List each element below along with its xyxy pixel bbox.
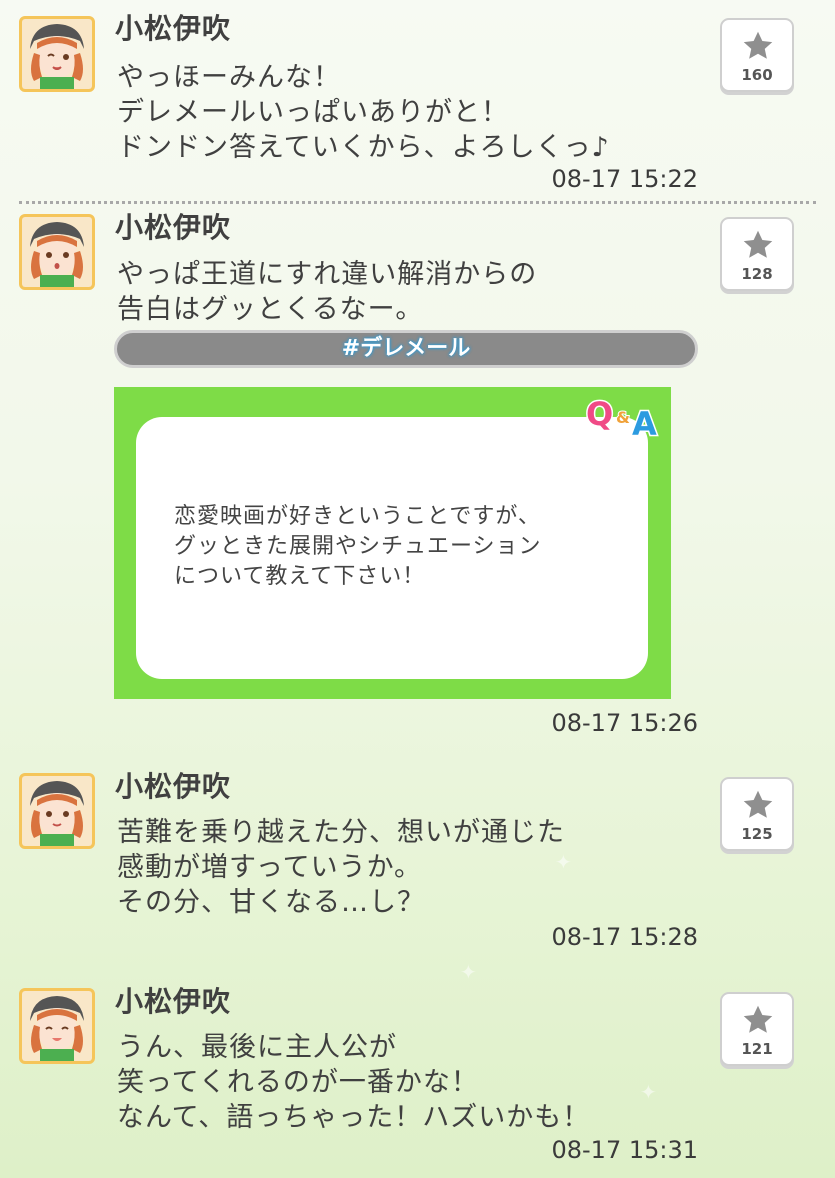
post-text-line: 苦難を乗り越えた分、想いが通じた [117, 817, 565, 848]
post-text: やっぱ王道にすれ違い解消からの 告白はグッとくるなー。 [117, 257, 537, 327]
post-text-line: デレメールいっぱいありがと！ [117, 97, 509, 128]
idol-avatar-icon[interactable] [19, 988, 95, 1064]
favorite-count: 160 [741, 66, 773, 84]
qa-question-line: 恋愛映画が好きということですが、 [174, 504, 541, 529]
favorite-count: 125 [741, 825, 773, 843]
star-icon [743, 230, 773, 258]
idol-avatar-icon[interactable] [19, 214, 95, 290]
author-name: 小松伊吹 [115, 211, 232, 244]
post-timestamp: 08-17 15:31 [551, 1136, 698, 1164]
post-timestamp: 08-17 15:26 [551, 709, 698, 737]
star-icon [743, 790, 773, 818]
svg-text:Q: Q [586, 395, 613, 433]
post-text: やっほーみんな！ デレメールいっぱいありがと！ ドンドン答えていくから、よろしく… [117, 60, 610, 165]
sparkle-decoration: ✦ [640, 1080, 657, 1104]
post-text-line: やっぱ王道にすれ違い解消からの [117, 259, 538, 290]
post-text: 苦難を乗り越えた分、想いが通じた 感動が増すっていうか。 その分、甘くなる…し？ [117, 815, 565, 920]
post-divider [19, 201, 816, 204]
post-text-line: やっほーみんな！ [117, 62, 341, 93]
post-timestamp: 08-17 15:28 [551, 923, 698, 951]
post-text-line: ドンドン答えていくから、よろしくっ♪ [117, 132, 610, 163]
post-text-line: 笑ってくれるのが一番かな！ [117, 1067, 479, 1098]
idol-avatar-icon[interactable] [19, 773, 95, 849]
svg-text:A: A [632, 405, 657, 441]
favorite-button[interactable]: 125 [720, 777, 794, 851]
qa-image-card[interactable]: Q & A 恋愛映画が好きということですが、 グッときた展開やシチュエーション … [114, 387, 671, 699]
post-text-line: その分、甘くなる…し？ [117, 887, 425, 918]
post-timestamp: 08-17 15:22 [551, 165, 698, 193]
qa-question-text: 恋愛映画が好きということですが、 グッときた展開やシチュエーション について教え… [174, 502, 542, 592]
author-name: 小松伊吹 [115, 12, 232, 45]
sparkle-decoration: ✦ [460, 960, 477, 984]
post-text-line: 告白はグッとくるなー。 [117, 294, 424, 325]
author-name: 小松伊吹 [115, 770, 232, 803]
favorite-button[interactable]: 121 [720, 992, 794, 1066]
favorite-count: 128 [741, 265, 773, 283]
star-icon [743, 1005, 773, 1033]
idol-avatar-icon[interactable] [19, 16, 95, 92]
svg-text:&: & [616, 408, 630, 427]
favorite-button[interactable]: 128 [720, 217, 794, 291]
post-text-line: なんて、語っちゃった！ハズいかも！ [117, 1102, 591, 1133]
favorite-count: 121 [741, 1040, 773, 1058]
favorite-button[interactable]: 160 [720, 18, 794, 92]
post-text-line: 感動が増すっていうか。 [117, 852, 423, 883]
post-text: うん、最後に主人公が 笑ってくれるのが一番かな！ なんて、語っちゃった！ハズいか… [117, 1030, 590, 1135]
hashtag-button[interactable]: #デレメール [114, 330, 698, 368]
post-text-line: うん、最後に主人公が [117, 1032, 397, 1063]
qa-question-line: について教えて下さい！ [174, 564, 426, 589]
qa-question-line: グッときた展開やシチュエーション [174, 534, 542, 559]
qa-logo-icon: Q & A [585, 394, 659, 442]
author-name: 小松伊吹 [115, 985, 232, 1018]
star-icon [743, 31, 773, 59]
